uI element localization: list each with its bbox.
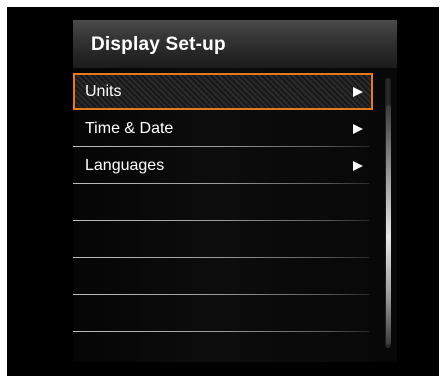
menu-item-label: Units	[85, 83, 122, 100]
scrollbar-thumb[interactable]	[386, 105, 391, 345]
menu-item-languages[interactable]: Languages	[73, 147, 369, 184]
right-triangle-icon	[353, 124, 363, 134]
menu-item-label: Languages	[85, 157, 165, 174]
menu-item-empty	[73, 295, 369, 332]
device-screen: Display Set-up Units Time & Date Languag…	[7, 7, 439, 376]
menu-item-units[interactable]: Units	[73, 73, 373, 110]
menu-panel: Display Set-up Units Time & Date Languag…	[73, 20, 397, 362]
menu-item-empty	[73, 184, 369, 221]
right-triangle-icon	[353, 87, 363, 97]
right-triangle-icon	[353, 161, 363, 171]
menu-list: Units Time & Date Languages	[73, 73, 397, 332]
title-bar: Display Set-up	[73, 20, 397, 68]
menu-item-label: Time & Date	[85, 120, 174, 137]
menu-item-empty	[73, 221, 369, 258]
divider	[73, 331, 369, 332]
page-title: Display Set-up	[91, 34, 226, 55]
menu-item-time-date[interactable]: Time & Date	[73, 110, 369, 147]
menu-item-empty	[73, 258, 369, 295]
